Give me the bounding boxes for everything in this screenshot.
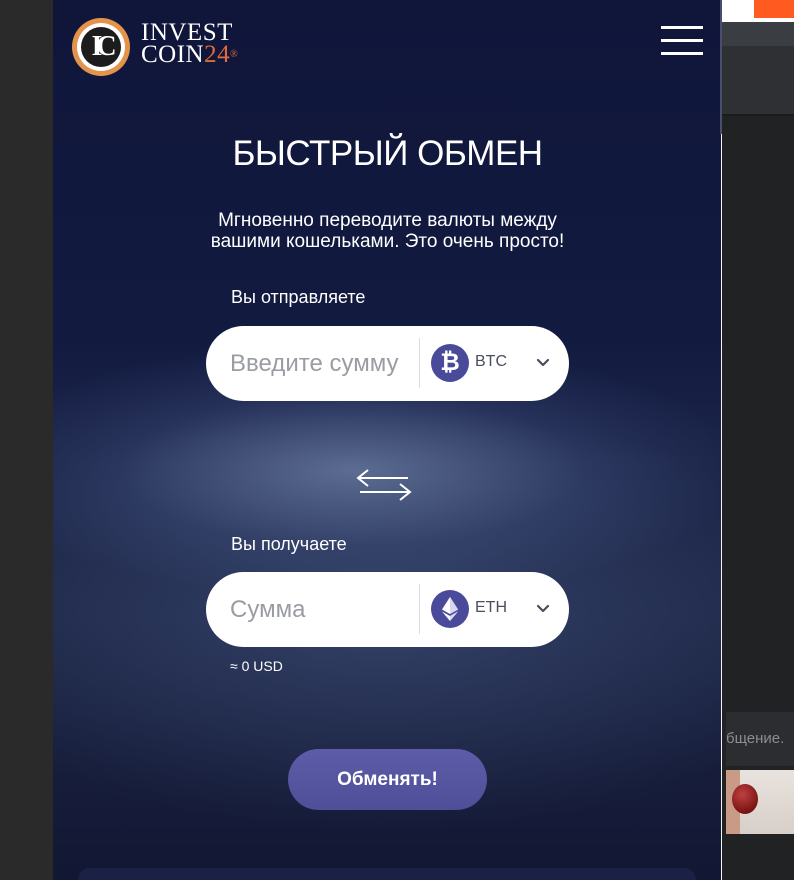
registered-mark: ® [230,49,239,60]
brand-logo-icon[interactable]: IC [72,18,130,76]
scrollbar-thumb[interactable] [720,0,722,134]
page-subtitle: Мгновенно переводите валюты между вашими… [210,210,565,252]
brand-name-number: 24 [204,41,231,68]
send-label: Вы отправляете [231,287,366,307]
send-currency-ticker: BTC [475,353,507,370]
exchange-panel: IC INVEST COIN24® БЫСТРЫЙ ОБМЕН Мгновенн… [53,0,722,880]
background-page-snippet: бщение. [726,712,794,766]
hamburger-line-middle [661,39,703,42]
background-page-header [722,46,794,114]
send-field: ₿ BTC [206,326,569,401]
next-section-card [78,868,696,880]
hamburger-icon[interactable] [661,26,703,56]
ethereum-icon [431,590,469,628]
receive-field: ETH [206,572,569,647]
bitcoin-icon: ₿ [431,344,469,382]
usd-estimate: ≈ 0 USD [230,658,283,674]
background-page-thumbnail[interactable] [726,770,794,834]
thumbnail-nail [732,784,758,814]
hamburger-line-top [661,26,703,29]
logo-letters: IC [81,27,121,67]
scrollbar-track[interactable] [721,134,722,880]
receive-amount-input[interactable] [230,572,410,647]
hamburger-line-bottom [661,52,703,55]
swap-arrows-icon[interactable] [356,468,412,504]
brand-name-line2: COIN24® [141,41,239,68]
ethereum-glyph [442,597,458,621]
receive-label: Вы получаете [231,534,347,554]
background-page-orange-button[interactable] [754,0,794,18]
exchange-submit-button[interactable]: Обменять! [288,749,487,810]
receive-currency-ticker: ETH [475,599,507,616]
field-separator [419,338,420,388]
chevron-down-icon [536,358,550,367]
brand-name[interactable]: INVEST COIN24® [141,20,239,68]
send-amount-input[interactable] [230,326,410,401]
page-title: БЫСТРЫЙ ОБМЕН [232,134,543,173]
background-page-navbar [722,22,794,46]
background-page-divider [722,114,794,116]
chevron-down-icon [536,604,550,613]
field-separator [419,584,420,634]
browser-left-strip [0,0,53,880]
brand-name-coin: COIN [141,41,205,68]
